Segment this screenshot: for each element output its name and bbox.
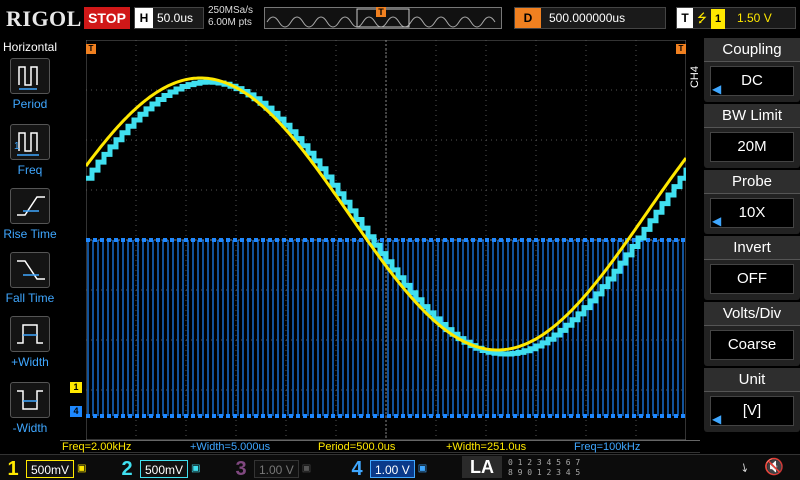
measure-rise-time[interactable]: Rise Time	[0, 188, 60, 241]
fall-time-label: Fall Time	[5, 291, 55, 305]
freq-icon: 1	[10, 124, 50, 160]
run-stop-button[interactable]: STOP	[84, 7, 130, 29]
probe-value[interactable]: ◀ 10X	[710, 198, 794, 228]
delay-setting[interactable]: D 500.000000us	[514, 7, 666, 29]
volts-div-title: Volts/Div	[704, 302, 800, 326]
measure-menu-title: Horizontal	[2, 40, 58, 54]
delay-value: 500.000000us	[549, 11, 626, 25]
channel-3-status[interactable]: 3 1.00 V ▣	[232, 457, 312, 480]
ch1-offset-marker[interactable]: 1	[70, 382, 82, 393]
logic-analyzer-button[interactable]: LA	[462, 456, 502, 478]
unit-menu[interactable]: Unit ◀ [V]	[704, 368, 800, 432]
probe-menu[interactable]: Probe ◀ 10X	[704, 170, 800, 234]
trigger-level-marker-right: T	[676, 44, 686, 54]
channel-number: 1	[7, 457, 19, 480]
freq-label: Freq	[17, 163, 43, 177]
fall-time-icon	[10, 252, 50, 288]
invert-value[interactable]: OFF	[710, 264, 794, 294]
channel-number: 2	[121, 457, 133, 480]
measurement-item: +Width=251.0us	[444, 440, 572, 453]
select-arrow-icon: ◀	[712, 82, 722, 96]
digital-row: 8 9 0 1 2 3 4 5	[508, 468, 581, 477]
select-arrow-icon: ◀	[712, 214, 722, 228]
usb-icon: ⭏	[742, 459, 748, 476]
brand-logo: RIGOL	[6, 6, 82, 31]
measurement-item: Freq=2.00kHz	[60, 440, 188, 453]
bw-limit-icon: ▣	[301, 462, 312, 474]
select-arrow-icon: ◀	[712, 412, 722, 426]
invert-title: Invert	[704, 236, 800, 260]
waveform-display[interactable]	[84, 39, 692, 441]
measure-freq[interactable]: 1 Freq	[0, 124, 60, 177]
bw-limit-icon: ▣	[417, 462, 428, 474]
trigger-setting[interactable]: T ⭍ 1 1.50 V	[676, 7, 796, 29]
bw-limit-icon: ▣	[77, 462, 87, 474]
channel-status-bar: 1 500mV ▣ 2 500mV ▣ 3 1.00 V ▣ 4 1.00 V ▣ LA 0 1…	[0, 454, 800, 480]
measure-menu: Horizontal Period 1 Freq Rise Time Fall …	[0, 38, 60, 438]
channel-number: 4	[351, 457, 363, 480]
delay-label: D	[515, 8, 541, 28]
bw-limit-value[interactable]: 20M	[710, 132, 794, 162]
speaker-muted-icon[interactable]: 🔇	[764, 457, 784, 477]
measure-pos-width[interactable]: +Width	[0, 316, 60, 369]
measure-neg-width[interactable]: -Width	[0, 382, 60, 435]
timebase-value: 50.0us	[157, 11, 194, 25]
top-status-bar: RIGOL STOP H 50.0us 250MSa/s 6.00M pts T …	[0, 0, 800, 36]
measurement-item: Freq=100kHz	[572, 440, 700, 453]
svg-text:1: 1	[14, 141, 20, 152]
channel-1-status[interactable]: 1 500mV ▣	[4, 457, 87, 480]
acquisition-info: 250MSa/s 6.00M pts	[208, 5, 253, 29]
measurement-item: +Width=5.000us	[188, 440, 316, 453]
channel-menu: Coupling ◀ DC BW Limit 20M Probe ◀ 10X Inv…	[704, 38, 800, 438]
channel-2-status[interactable]: 2 500mV ▣	[118, 457, 201, 480]
measure-fall-time[interactable]: Fall Time	[0, 252, 60, 305]
coupling-value[interactable]: ◀ DC	[710, 66, 794, 96]
trigger-position-marker: T	[376, 7, 386, 17]
invert-menu[interactable]: Invert OFF	[704, 236, 800, 300]
digital-row: 0 1 2 3 4 5 6 7	[508, 458, 581, 467]
channel-scale: 1.00 V	[254, 459, 299, 478]
bw-limit-icon: ▣	[191, 462, 201, 474]
rising-edge-icon: ⭍	[697, 11, 707, 25]
channel-number: 3	[235, 457, 247, 480]
bw-limit-menu[interactable]: BW Limit 20M	[704, 104, 800, 168]
trigger-label: T	[677, 8, 693, 28]
horizontal-label: H	[135, 8, 153, 28]
trigger-source: 1	[711, 9, 725, 29]
memory-depth: 6.00M pts	[208, 17, 252, 28]
bw-limit-title: BW Limit	[704, 104, 800, 128]
volts-div-value[interactable]: Coarse	[710, 330, 794, 360]
memory-overview-strip[interactable]: T	[264, 7, 502, 29]
probe-title: Probe	[704, 170, 800, 194]
unit-value[interactable]: ◀ [V]	[710, 396, 794, 426]
period-label: Period	[12, 97, 48, 111]
channel-scale: 500mV	[140, 459, 189, 478]
horizontal-timebase[interactable]: H 50.0us	[134, 7, 204, 29]
channel-4-status[interactable]: 4 1.00 V ▣	[348, 457, 428, 480]
measure-period[interactable]: Period	[0, 58, 60, 111]
period-icon	[10, 58, 50, 94]
channel-scale: 500mV	[26, 459, 75, 478]
trigger-level: 1.50 V	[737, 11, 772, 25]
ch4-offset-marker[interactable]: 4	[70, 406, 82, 417]
neg-width-label: -Width	[12, 421, 48, 435]
neg-width-icon	[10, 382, 50, 418]
channel-scale: 1.00 V	[370, 459, 415, 478]
trigger-level-marker-left: T	[86, 44, 96, 54]
volts-div-menu[interactable]: Volts/Div Coarse	[704, 302, 800, 366]
rise-time-label: Rise Time	[3, 227, 57, 241]
pos-width-icon	[10, 316, 50, 352]
digital-channel-status: 0 1 2 3 4 5 6 7 8 9 0 1 2 3 4 5	[508, 458, 580, 478]
pos-width-label: +Width	[11, 355, 49, 369]
unit-title: Unit	[704, 368, 800, 392]
sample-rate: 250MSa/s	[208, 5, 254, 16]
coupling-menu[interactable]: Coupling ◀ DC	[704, 38, 800, 102]
channel-menu-tag: CH4	[689, 66, 701, 89]
coupling-title: Coupling	[704, 38, 800, 62]
rise-time-icon	[10, 188, 50, 224]
waveform-canvas	[84, 39, 692, 441]
measurement-bar: Freq=2.00kHz +Width=5.000us Period=500.0…	[60, 440, 800, 453]
measurement-item: Period=500.0us	[316, 440, 444, 453]
